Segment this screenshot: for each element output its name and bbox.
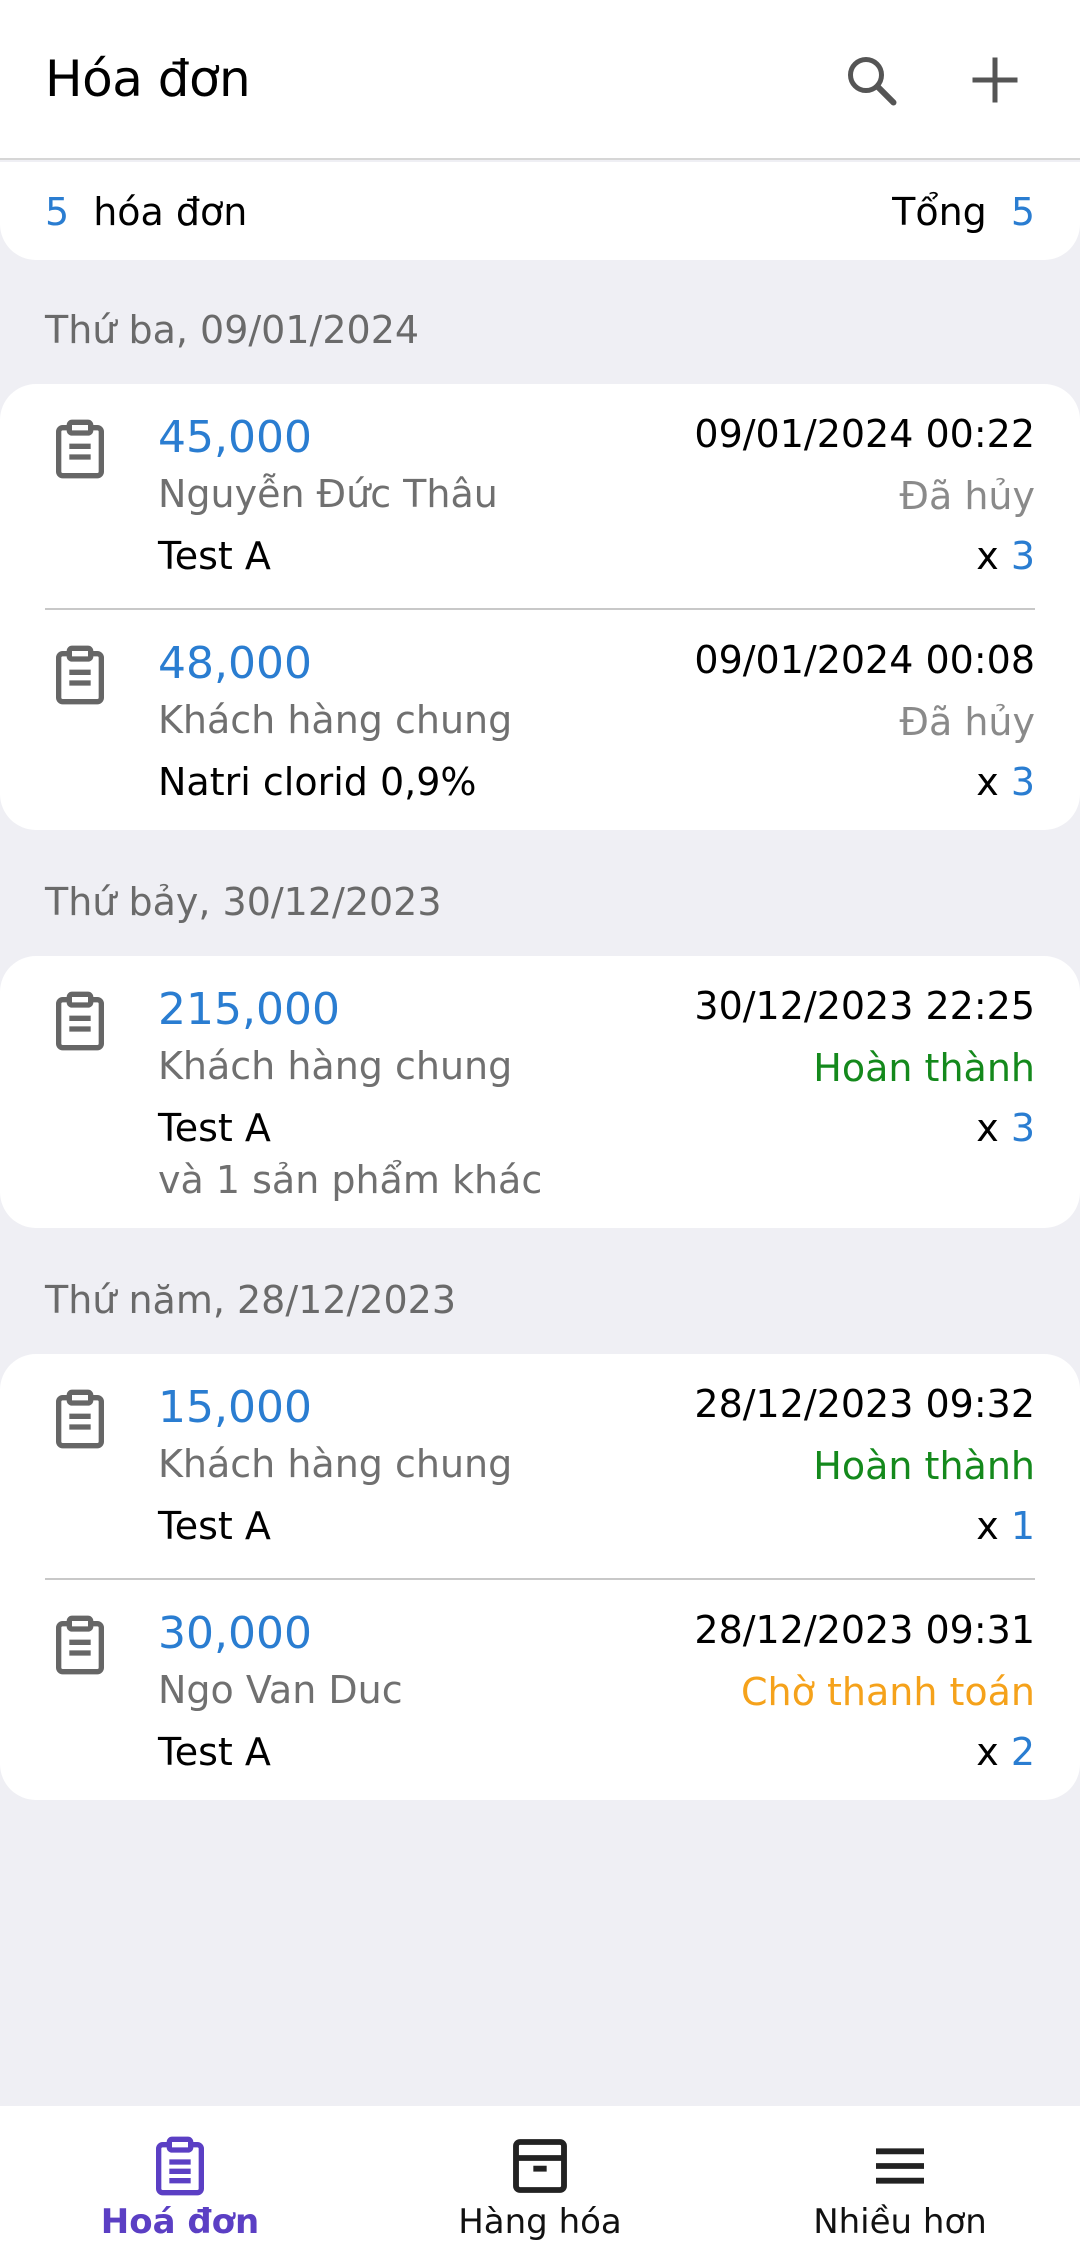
invoice-item[interactable]: 48,000 Khách hàng chung Natri clorid 0,9…	[0, 610, 1080, 836]
quantity-prefix: x	[976, 534, 999, 578]
invoice-datetime: 30/12/2023 22:25	[694, 984, 1035, 1028]
invoice-summary: 5 hóa đơn Tổng 5	[0, 162, 1080, 260]
invoice-quantity: x 3	[976, 534, 1035, 578]
invoice-customer: Ngo Van Duc	[158, 1668, 403, 1712]
invoice-count-label: hóa đơn	[93, 190, 248, 234]
clipboard-icon	[48, 1613, 112, 1677]
clipboard-icon	[48, 989, 112, 1053]
nav-label: Hàng hóa	[458, 2202, 622, 2242]
clipboard-icon	[156, 2136, 204, 2196]
invoice-status: Hoàn thành	[813, 1444, 1035, 1488]
invoice-quantity: x 3	[976, 760, 1035, 804]
invoice-product: Test A	[158, 1106, 271, 1150]
invoice-quantity: x 3	[976, 1106, 1035, 1150]
invoice-status: Chờ thanh toán	[741, 1670, 1035, 1714]
invoice-quantity: x 1	[976, 1504, 1035, 1548]
invoice-item[interactable]: 215,000 Khách hàng chung Test A và 1 sản…	[0, 956, 1080, 1228]
invoice-quantity: x 2	[976, 1730, 1035, 1774]
plus-icon	[972, 57, 1018, 103]
quantity-prefix: x	[976, 1504, 999, 1548]
invoice-item[interactable]: 30,000 Ngo Van Duc Test A 28/12/2023 09:…	[0, 1580, 1080, 1806]
invoice-amount: 215,000	[158, 984, 340, 1035]
quantity-prefix: x	[976, 1106, 999, 1150]
nav-item-invoices[interactable]: Hoá đơn	[0, 2106, 360, 2266]
invoice-status: Hoàn thành	[813, 1046, 1035, 1090]
invoice-item[interactable]: 15,000 Khách hàng chung Test A 28/12/202…	[0, 1354, 1080, 1580]
quantity-prefix: x	[976, 1730, 999, 1774]
invoice-product: Test A	[158, 1504, 271, 1548]
quantity-value: 2	[1010, 1730, 1035, 1774]
date-header: Thứ ba, 09/01/2024	[45, 308, 420, 352]
invoice-customer: Khách hàng chung	[158, 1442, 513, 1486]
menu-icon	[876, 2148, 924, 2184]
search-icon	[848, 57, 897, 106]
invoice-amount: 15,000	[158, 1382, 312, 1433]
date-header: Thứ bảy, 30/12/2023	[45, 880, 442, 924]
invoice-customer: Khách hàng chung	[158, 698, 513, 742]
page-title: Hóa đơn	[45, 50, 251, 108]
clipboard-icon	[48, 1387, 112, 1451]
invoice-product: Natri clorid 0,9%	[158, 760, 477, 804]
search-button[interactable]	[826, 40, 916, 120]
invoice-datetime: 28/12/2023 09:31	[694, 1608, 1035, 1652]
invoice-amount: 45,000	[158, 412, 312, 463]
date-header: Thứ năm, 28/12/2023	[45, 1278, 457, 1322]
quantity-prefix: x	[976, 760, 999, 804]
invoice-group-card: 45,000 Nguyễn Đức Thâu Test A 09/01/2024…	[0, 384, 1080, 830]
archive-box-icon	[513, 2139, 567, 2193]
bottom-navigation: Hoá đơn Hàng hóa Nhiều hơn	[0, 2106, 1080, 2266]
invoice-group-card: 215,000 Khách hàng chung Test A và 1 sản…	[0, 956, 1080, 1228]
invoice-customer: Nguyễn Đức Thâu	[158, 472, 498, 516]
invoice-datetime: 09/01/2024 00:22	[694, 412, 1035, 456]
invoice-group-card: 15,000 Khách hàng chung Test A 28/12/202…	[0, 1354, 1080, 1800]
invoice-datetime: 09/01/2024 00:08	[694, 638, 1035, 682]
invoice-datetime: 28/12/2023 09:32	[694, 1382, 1035, 1426]
nav-item-more[interactable]: Nhiều hơn	[720, 2106, 1080, 2266]
app-bar: Hóa đơn	[0, 0, 1080, 160]
invoice-amount: 48,000	[158, 638, 312, 689]
invoice-product: Test A	[158, 534, 271, 578]
invoice-status: Đã hủy	[899, 474, 1035, 518]
add-invoice-button[interactable]	[950, 40, 1040, 120]
quantity-value: 3	[1010, 534, 1035, 578]
invoice-customer: Khách hàng chung	[158, 1044, 513, 1088]
invoice-product: Test A	[158, 1730, 271, 1774]
nav-item-products[interactable]: Hàng hóa	[360, 2106, 720, 2266]
nav-label: Hoá đơn	[100, 2202, 260, 2242]
quantity-value: 3	[1010, 760, 1035, 804]
quantity-value: 1	[1010, 1504, 1035, 1548]
clipboard-icon	[48, 417, 112, 481]
quantity-value: 3	[1010, 1106, 1035, 1150]
invoice-total: Tổng 5	[892, 190, 1035, 234]
invoice-count-value: 5	[45, 190, 70, 234]
clipboard-icon	[48, 643, 112, 707]
invoice-total-value: 5	[1010, 190, 1035, 234]
invoice-count: 5 hóa đơn	[45, 190, 247, 234]
invoice-item[interactable]: 45,000 Nguyễn Đức Thâu Test A 09/01/2024…	[0, 384, 1080, 610]
invoice-amount: 30,000	[158, 1608, 312, 1659]
invoice-more-products: và 1 sản phẩm khác	[158, 1158, 543, 1202]
nav-label: Nhiều hơn	[813, 2202, 987, 2242]
invoice-total-label: Tổng	[892, 190, 987, 234]
invoice-status: Đã hủy	[899, 700, 1035, 744]
